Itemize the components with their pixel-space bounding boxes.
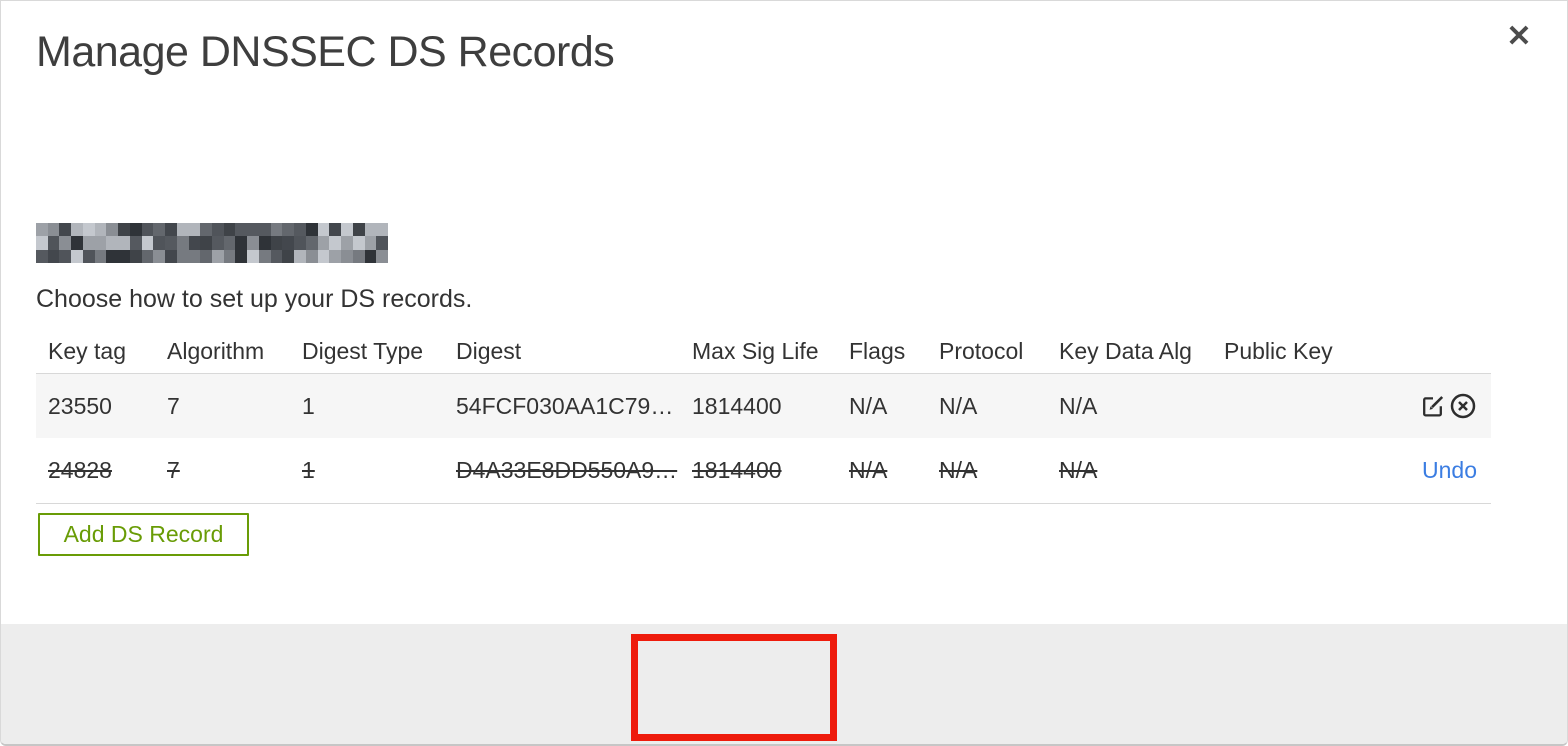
- edit-icon: [1423, 396, 1444, 417]
- cell-algorithm: 7: [167, 392, 180, 419]
- cell-algorithm: 7: [167, 457, 180, 483]
- th-digest-type: Digest Type: [302, 337, 424, 364]
- th-key-data-alg: Key Data Alg: [1059, 337, 1192, 364]
- cell-key-data-alg: N/A: [1059, 392, 1098, 419]
- cell-protocol: N/A: [939, 392, 978, 419]
- row-actions: Undo: [1391, 457, 1491, 484]
- cell-key-tag: 24828: [48, 457, 112, 483]
- cell-max-sig-life: 1814400: [692, 392, 782, 419]
- undo-link[interactable]: Undo: [1422, 457, 1477, 484]
- subtitle-text: Choose how to set up your DS records.: [36, 285, 473, 313]
- delete-record-button[interactable]: [1449, 392, 1477, 420]
- manage-dnssec-modal: Manage DNSSEC DS Records ✕ Choose how to…: [0, 0, 1568, 746]
- th-max-sig-life: Max Sig Life: [692, 337, 819, 364]
- close-icon[interactable]: ✕: [1499, 17, 1539, 57]
- edit-record-button[interactable]: [1419, 392, 1447, 420]
- cell-protocol: N/A: [939, 457, 978, 483]
- redacted-domain-name: [36, 223, 388, 263]
- cell-digest: 54FCF030AA1C79…: [456, 392, 674, 419]
- th-digest: Digest: [456, 337, 522, 364]
- th-algorithm: Algorithm: [167, 337, 265, 364]
- table-row-deleted: 24828 7 1 D4A33E8DD550A9… 1814400 N/A N/…: [36, 438, 1491, 504]
- cell-flags: N/A: [849, 457, 888, 483]
- th-public-key: Public Key: [1224, 337, 1333, 364]
- th-protocol: Protocol: [939, 337, 1024, 364]
- cell-digest: D4A33E8DD550A9…: [456, 457, 678, 483]
- cell-digest-type: 1: [302, 392, 315, 419]
- cell-digest-type: 1: [302, 457, 315, 483]
- th-flags: Flags: [849, 337, 906, 364]
- table-header-row: Key tag Algorithm Digest Type Digest Max…: [36, 329, 1491, 374]
- footer-bar: Save Cancel: [1, 624, 1567, 744]
- add-ds-record-button[interactable]: Add DS Record: [38, 513, 249, 556]
- cell-max-sig-life: 1814400: [692, 457, 782, 483]
- cell-flags: N/A: [849, 392, 888, 419]
- ds-records-table: Key tag Algorithm Digest Type Digest Max…: [36, 329, 1491, 504]
- th-key-tag: Key tag: [48, 337, 126, 364]
- row-actions: [1391, 392, 1491, 420]
- page-title: Manage DNSSEC DS Records: [36, 28, 615, 76]
- table-row: 23550 7 1 54FCF030AA1C79… 1814400 N/A N/…: [36, 374, 1491, 438]
- delete-icon: [1450, 393, 1476, 419]
- cell-key-tag: 23550: [48, 392, 112, 419]
- cell-key-data-alg: N/A: [1059, 457, 1098, 483]
